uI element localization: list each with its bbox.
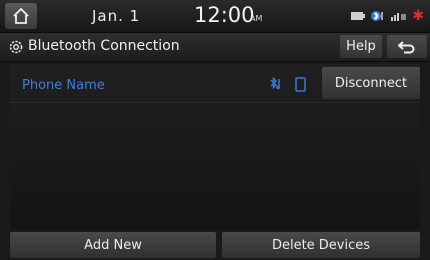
back-icon [398,40,415,53]
add-new-button[interactable]: Add New [10,232,216,258]
device-list: Phone Name Disconnect [10,64,420,229]
device-row[interactable]: Phone Name Disconnect [10,66,420,103]
screen: Jan. 1 12:00 AM ✱ Bluetooth Connection H… [0,0,430,260]
disconnect-button[interactable]: Disconnect [322,67,420,99]
device-name: Phone Name [22,78,105,93]
back-button[interactable] [387,35,427,58]
date-text: Jan. 1 [92,7,141,25]
ampm-text: AM [250,14,263,23]
alert-icon: ✱ [412,8,424,24]
title-bar: Bluetooth Connection Help [0,33,430,62]
signal-icon [391,13,407,21]
gear-icon [9,40,23,54]
home-icon [13,7,29,24]
bluetooth-audio-icon [270,77,280,90]
battery-icon [351,12,366,20]
delete-devices-button[interactable]: Delete Devices [222,232,420,258]
bluetooth-audio-icon [371,11,384,21]
help-button[interactable]: Help [340,35,382,58]
home-button[interactable] [5,3,37,29]
phone-icon [295,77,306,92]
status-icons: ✱ [351,8,424,24]
clock-text: 12:00 [194,3,255,27]
status-bar: Jan. 1 12:00 AM ✱ [0,0,430,33]
page-title: Bluetooth Connection [28,38,180,54]
